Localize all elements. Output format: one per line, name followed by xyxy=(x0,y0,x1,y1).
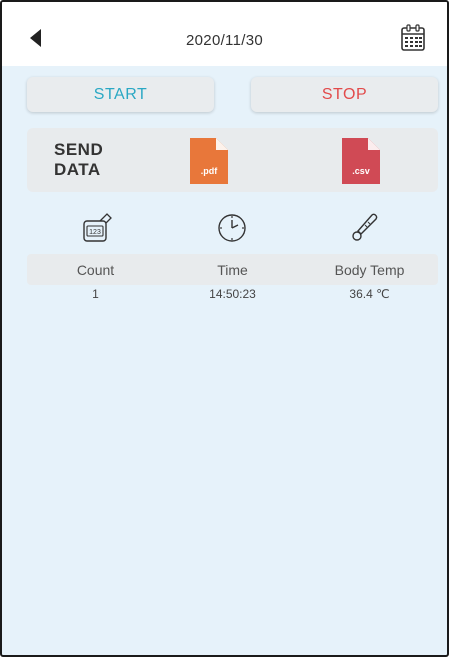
table-row: 1 14:50:23 36.4 ℃ xyxy=(27,287,438,305)
send-data-panel: SEND DATA .pdf .csv xyxy=(27,128,438,192)
send-data-label: SEND DATA xyxy=(54,140,103,180)
row-count-cell: 1 xyxy=(92,287,99,301)
table-header: Count Time Body Temp xyxy=(27,254,438,285)
row-time-cell: 14:50:23 xyxy=(209,287,256,301)
stop-button[interactable]: STOP xyxy=(251,77,438,112)
export-csv-button[interactable]: .csv xyxy=(342,138,380,184)
clock-icon xyxy=(216,212,248,244)
csv-file-label: .csv xyxy=(352,166,370,176)
calendar-icon xyxy=(401,24,425,51)
svg-text:123: 123 xyxy=(89,229,101,236)
export-pdf-button[interactable]: .pdf xyxy=(190,138,228,184)
column-header-count: Count xyxy=(76,262,115,278)
counter-icon: 123 xyxy=(81,212,113,244)
column-header-body-temp: Body Temp xyxy=(334,262,405,278)
csv-file-icon: .csv xyxy=(342,138,380,184)
thermometer-icon xyxy=(349,212,381,244)
top-bar: 2020/11/30 xyxy=(2,2,447,66)
row-temp-cell: 36.4 ℃ xyxy=(349,287,390,301)
app-window: 2020/11/30 START STOP SEND DATA .pdf .cs… xyxy=(0,0,449,657)
calendar-button[interactable] xyxy=(400,24,426,52)
send-data-line-2: DATA xyxy=(54,160,101,179)
send-data-line-1: SEND xyxy=(54,140,104,159)
current-date: 2020/11/30 xyxy=(186,32,263,49)
start-button[interactable]: START xyxy=(27,77,214,112)
column-header-time: Time xyxy=(217,262,248,278)
pdf-file-label: .pdf xyxy=(201,166,218,176)
pdf-file-icon: .pdf xyxy=(190,138,228,184)
